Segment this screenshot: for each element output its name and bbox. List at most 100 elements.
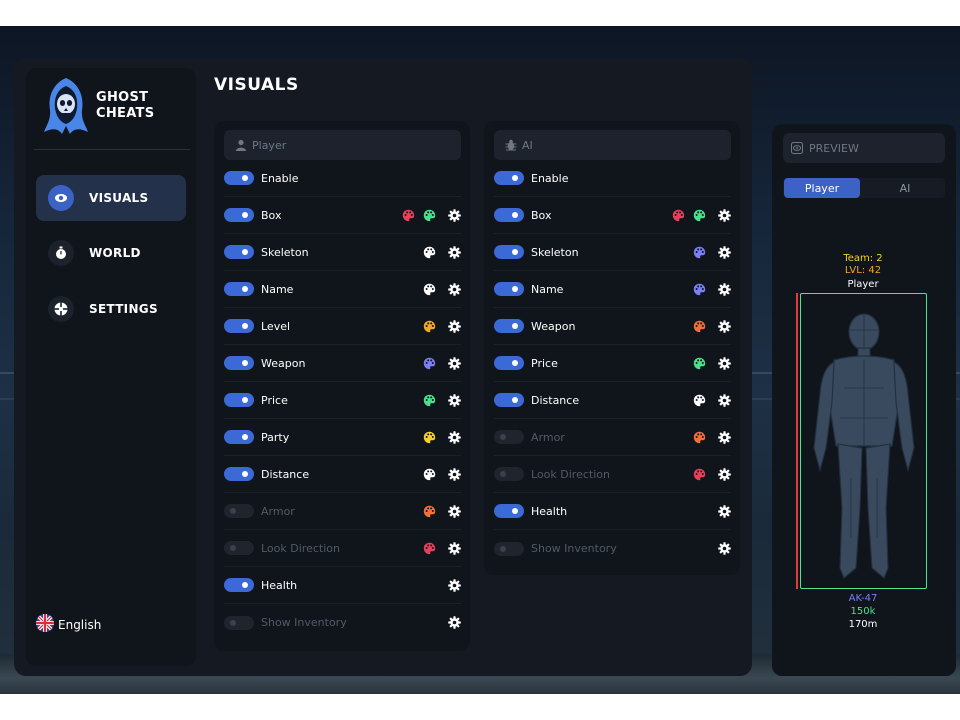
- palette-icon[interactable]: [422, 541, 436, 555]
- party-toggle[interactable]: [224, 430, 254, 444]
- toggle-knob: [242, 175, 248, 181]
- palette-icon[interactable]: [692, 282, 706, 296]
- price-toggle[interactable]: [494, 356, 524, 370]
- gear-icon[interactable]: [447, 208, 461, 222]
- toggle-knob: [512, 508, 518, 514]
- name-toggle[interactable]: [494, 282, 524, 296]
- preview-team: Team: 2: [843, 253, 883, 264]
- language-selector[interactable]: English: [36, 614, 101, 636]
- gear-icon[interactable]: [447, 504, 461, 518]
- gear-icon[interactable]: [717, 319, 731, 333]
- preview-distance: 170m: [848, 619, 878, 630]
- palette-icon[interactable]: [422, 245, 436, 259]
- health-toggle[interactable]: [494, 504, 524, 518]
- gear-icon[interactable]: [717, 542, 731, 556]
- palette-icon[interactable]: [422, 319, 436, 333]
- ai-row-price: Price: [494, 345, 731, 382]
- distance-toggle[interactable]: [494, 393, 524, 407]
- sidebar-item-settings[interactable]: SETTINGS: [36, 286, 186, 332]
- gear-icon[interactable]: [447, 616, 461, 630]
- gear-icon[interactable]: [447, 245, 461, 259]
- row-actions: [685, 393, 731, 407]
- gear-icon[interactable]: [447, 578, 461, 592]
- gear-icon[interactable]: [717, 282, 731, 296]
- gear-icon[interactable]: [717, 430, 731, 444]
- look-direction-toggle[interactable]: [224, 541, 254, 555]
- palette-icon[interactable]: [692, 430, 706, 444]
- weapon-toggle[interactable]: [494, 319, 524, 333]
- toggle-knob: [242, 397, 248, 403]
- armor-toggle[interactable]: [494, 430, 524, 444]
- sidebar-item-world[interactable]: WORLD: [36, 230, 186, 276]
- box-toggle[interactable]: [224, 208, 254, 222]
- ai-row-distance: Distance: [494, 382, 731, 419]
- toggle-knob: [500, 471, 506, 477]
- gear-icon[interactable]: [447, 541, 461, 555]
- player-column-title: Player: [252, 138, 287, 152]
- user-icon: [234, 138, 248, 152]
- ai-column-title: AI: [522, 138, 533, 152]
- gear-icon[interactable]: [717, 467, 731, 481]
- row-actions: [685, 319, 731, 333]
- look-direction-toggle[interactable]: [494, 467, 524, 481]
- tab-player[interactable]: Player: [784, 178, 860, 198]
- distance-toggle[interactable]: [224, 467, 254, 481]
- row-label: Name: [531, 282, 564, 296]
- skeleton-toggle[interactable]: [224, 245, 254, 259]
- stopwatch-icon: [48, 240, 74, 266]
- palette-icon[interactable]: [422, 282, 436, 296]
- gear-icon[interactable]: [717, 245, 731, 259]
- gear-icon[interactable]: [717, 208, 731, 222]
- palette-icon[interactable]: [692, 245, 706, 259]
- palette-icon[interactable]: [692, 356, 706, 370]
- palette-icon[interactable]: [422, 430, 436, 444]
- gear-icon[interactable]: [447, 467, 461, 481]
- palette-icon[interactable]: [401, 208, 415, 222]
- skeleton-toggle[interactable]: [494, 245, 524, 259]
- row-label: Look Direction: [531, 467, 610, 481]
- sidebar: [26, 68, 196, 666]
- gear-icon[interactable]: [447, 282, 461, 296]
- health-toggle[interactable]: [224, 578, 254, 592]
- sidebar-item-visuals[interactable]: VISUALS: [36, 175, 186, 221]
- price-toggle[interactable]: [224, 393, 254, 407]
- row-label: Name: [261, 282, 294, 296]
- palette-icon[interactable]: [422, 356, 436, 370]
- toggle-knob: [500, 545, 506, 552]
- enable-toggle[interactable]: [224, 171, 254, 185]
- gear-icon[interactable]: [447, 319, 461, 333]
- gear-icon[interactable]: [447, 430, 461, 444]
- toggle-knob: [242, 249, 248, 255]
- gear-icon[interactable]: [447, 356, 461, 370]
- row-label: Enable: [531, 171, 569, 185]
- gear-icon[interactable]: [717, 504, 731, 518]
- palette-icon[interactable]: [692, 467, 706, 481]
- gear-icon[interactable]: [447, 393, 461, 407]
- show-inventory-toggle[interactable]: [494, 541, 524, 556]
- palette-icon[interactable]: [422, 504, 436, 518]
- palette-icon[interactable]: [692, 319, 706, 333]
- level-toggle[interactable]: [224, 319, 254, 333]
- preview-eye-icon: [791, 142, 803, 154]
- row-actions: [664, 208, 731, 222]
- palette-icon[interactable]: [422, 208, 436, 222]
- ai-row-armor: Armor: [494, 419, 731, 456]
- palette-icon[interactable]: [692, 208, 706, 222]
- sidebar-item-label: WORLD: [89, 246, 141, 260]
- show-inventory-toggle[interactable]: [224, 615, 254, 630]
- name-toggle[interactable]: [224, 282, 254, 296]
- palette-icon[interactable]: [422, 393, 436, 407]
- gear-icon[interactable]: [717, 393, 731, 407]
- box-toggle[interactable]: [494, 208, 524, 222]
- tab-ai[interactable]: AI: [866, 178, 944, 198]
- palette-icon[interactable]: [671, 208, 685, 222]
- preview-title: PREVIEW: [809, 141, 859, 155]
- gear-icon[interactable]: [717, 356, 731, 370]
- preview-name: Player: [847, 279, 879, 290]
- player-row-name: Name: [224, 271, 461, 308]
- weapon-toggle[interactable]: [224, 356, 254, 370]
- palette-icon[interactable]: [422, 467, 436, 481]
- enable-toggle[interactable]: [494, 171, 524, 185]
- armor-toggle[interactable]: [224, 504, 254, 518]
- palette-icon[interactable]: [692, 393, 706, 407]
